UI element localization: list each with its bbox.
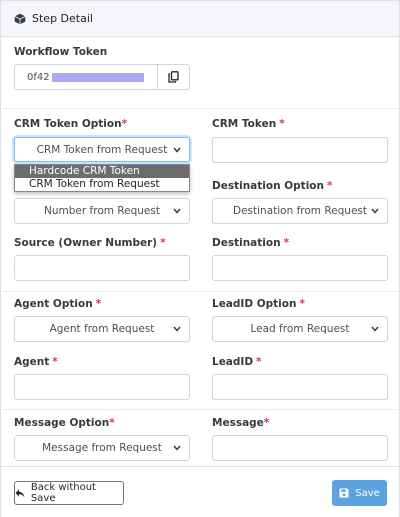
panel-header: Step Detail — [1, 1, 399, 37]
leadid-option-label: LeadID Option * — [212, 298, 305, 310]
dropdown-option-hardcode[interactable]: Hardcode CRM Token — [15, 165, 189, 178]
destination-option-select[interactable]: Destination from Request — [212, 198, 388, 224]
reply-arrow-icon — [15, 489, 25, 497]
divider — [2, 409, 400, 410]
workflow-token-label: Workflow Token — [14, 46, 108, 58]
panel-footer: Back without Save Save — [1, 466, 399, 517]
message-input[interactable] — [212, 435, 388, 461]
destination-option-label: Destination Option * — [212, 180, 333, 192]
chevron-down-icon — [173, 326, 181, 332]
source-owner-number-input[interactable] — [14, 255, 190, 281]
chevron-down-icon — [371, 208, 379, 214]
agent-option-select[interactable]: Agent from Request — [14, 316, 190, 342]
crm-token-option-select[interactable]: CRM Token from Request — [14, 137, 190, 162]
chevron-down-icon — [173, 147, 181, 153]
chevron-down-icon — [173, 445, 181, 451]
agent-input[interactable] — [14, 374, 190, 400]
step-detail-panel: Step Detail Workflow Token 0f42 CRM Toke… — [0, 0, 400, 517]
leadid-option-select[interactable]: Lead from Request — [212, 316, 388, 342]
source-owner-number-label: Source (Owner Number) * — [14, 237, 166, 249]
crm-token-input[interactable] — [212, 137, 388, 163]
workflow-token-value[interactable]: 0f42 — [15, 65, 157, 89]
destination-label: Destination * — [212, 237, 290, 249]
message-label: Message* — [212, 417, 270, 429]
copy-icon — [168, 71, 179, 83]
message-option-label: Message Option* — [14, 417, 115, 429]
crm-token-label: CRM Token * — [212, 118, 285, 130]
divider — [2, 291, 400, 292]
destination-input[interactable] — [212, 255, 388, 281]
message-option-select[interactable]: Message from Request — [14, 435, 190, 461]
dropdown-option-from-request[interactable]: CRM Token from Request — [15, 178, 189, 191]
crm-token-option-dropdown: Hardcode CRM Token CRM Token from Reques… — [14, 164, 190, 192]
floppy-disk-icon — [339, 488, 349, 498]
copy-token-button[interactable] — [157, 65, 189, 89]
source-option-select[interactable]: Number from Request — [14, 198, 190, 224]
chevron-down-icon — [371, 326, 379, 332]
leadid-label: LeadID * — [212, 356, 262, 368]
redacted-token — [51, 72, 144, 82]
cube-icon — [14, 13, 26, 24]
agent-label: Agent * — [14, 356, 58, 368]
workflow-token-field: 0f42 — [14, 64, 190, 90]
back-without-save-button[interactable]: Back without Save — [14, 481, 124, 505]
divider — [2, 108, 400, 109]
agent-option-label: Agent Option * — [14, 298, 102, 310]
crm-token-option-label: CRM Token Option* — [14, 118, 128, 130]
chevron-down-icon — [173, 208, 181, 214]
panel-title: Step Detail — [32, 12, 93, 25]
save-button[interactable]: Save — [332, 480, 387, 506]
leadid-input[interactable] — [212, 374, 388, 400]
